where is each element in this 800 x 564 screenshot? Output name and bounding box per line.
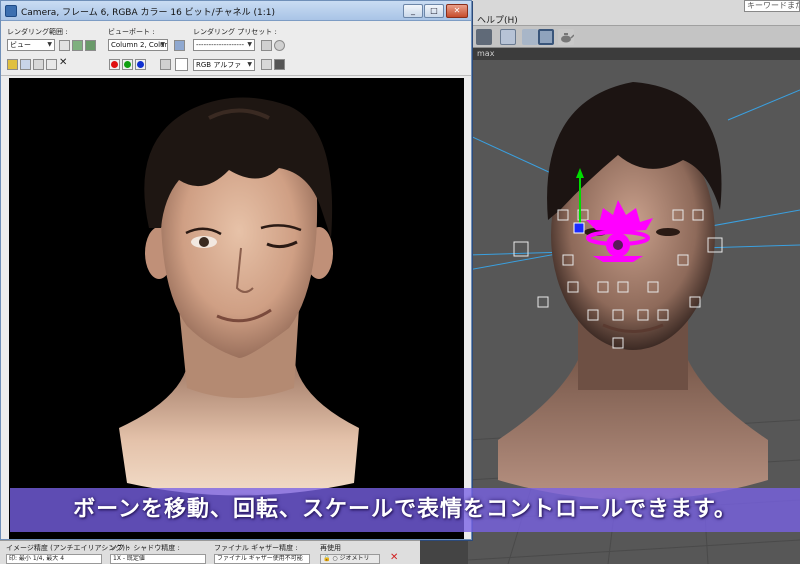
color-swatch[interactable] bbox=[175, 58, 188, 71]
reuse-label: 再使用 bbox=[320, 544, 341, 552]
chevron-down-icon: ▼ bbox=[247, 61, 252, 68]
blue-channel-toggle[interactable] bbox=[135, 59, 146, 70]
render-icon[interactable] bbox=[538, 29, 554, 45]
red-channel-toggle[interactable] bbox=[109, 59, 120, 70]
render-setup-icon[interactable] bbox=[261, 40, 272, 51]
channel-dropdown[interactable]: RGB アルファ ▼ bbox=[193, 59, 255, 71]
render-iris bbox=[199, 237, 209, 247]
green-channel-icon bbox=[124, 61, 131, 68]
render-canvas[interactable] bbox=[9, 78, 464, 539]
area-label: レンダリング範囲 : bbox=[7, 28, 68, 36]
render-toolbar: レンダリング範囲 : ビュー ▼ ビューポート : Column 2, Colum… bbox=[1, 22, 471, 76]
blue-channel-icon bbox=[137, 61, 144, 68]
rendered-image bbox=[119, 97, 359, 496]
subtitle-text: ボーンを移動、回転、スケールで表情をコントロールできます。 bbox=[73, 497, 737, 522]
toggle-ui-overlay-icon[interactable] bbox=[261, 59, 272, 70]
chevron-down-icon: ▼ bbox=[160, 41, 165, 48]
maximize-button[interactable]: □ bbox=[424, 4, 444, 18]
subtitle-banner: ボーンを移動、回転、スケールで表情をコントロールできます。 bbox=[10, 488, 800, 532]
soft-shadow-dropdown[interactable]: 1X - 既定値 bbox=[110, 554, 206, 564]
alpha-channel-icon[interactable] bbox=[150, 59, 156, 70]
clear-icon[interactable]: ✕ bbox=[59, 57, 67, 68]
clear-reuse-icon[interactable]: ✕ bbox=[390, 552, 398, 563]
max-menubar: ヘルプ(H) キーワードまたは語 bbox=[468, 0, 800, 26]
teapot-icon[interactable] bbox=[558, 29, 575, 45]
viewport-right-eye bbox=[656, 228, 680, 236]
chevron-down-icon: ▼ bbox=[47, 41, 52, 48]
soft-shadow-label: ソフト シャドウ精度 : bbox=[110, 544, 180, 552]
render-settings-panel: イメージ精度 (アンチエイリアシング) : 印: 最小 1/4, 最大 4 ソフ… bbox=[0, 540, 420, 564]
final-gather-slider[interactable]: ファイナル ギャザー使用不可能 bbox=[214, 554, 310, 564]
preset-dropdown-value: ------------------- bbox=[196, 41, 244, 49]
menu-help[interactable]: ヘルプ(H) bbox=[477, 13, 518, 26]
render-setup-icon[interactable] bbox=[500, 29, 516, 45]
toggle-ui-icon[interactable] bbox=[274, 59, 285, 70]
layer-icon[interactable] bbox=[476, 29, 492, 45]
clone-frame-icon[interactable] bbox=[33, 59, 44, 70]
minimize-button[interactable]: _ bbox=[403, 4, 423, 18]
geometry-toggle[interactable]: 🔒 ○ ジオメトリ bbox=[320, 554, 380, 564]
auto-region-icon[interactable] bbox=[72, 40, 83, 51]
image-precision-slider[interactable]: 印: 最小 1/4, 最大 4 bbox=[6, 554, 102, 564]
viewport-label-strip: max bbox=[468, 48, 800, 60]
green-channel-toggle[interactable] bbox=[122, 59, 133, 70]
channel-dropdown-value: RGB アルファ bbox=[196, 61, 242, 69]
lock-viewport-icon[interactable] bbox=[174, 40, 185, 51]
final-gather-label: ファイナル ギャザー精度 : bbox=[214, 544, 298, 552]
chevron-down-icon: ▼ bbox=[247, 41, 252, 48]
lock-icon: 🔒 ○ bbox=[323, 555, 338, 562]
geometry-label: ジオメトリ bbox=[339, 555, 370, 562]
max-toolbar bbox=[468, 26, 800, 48]
edit-region-icon[interactable] bbox=[59, 40, 70, 51]
environment-icon[interactable] bbox=[274, 40, 285, 51]
viewport-label[interactable]: max bbox=[477, 49, 494, 58]
search-input[interactable]: キーワードまたは語 bbox=[744, 0, 800, 12]
preset-dropdown[interactable]: ------------------- ▼ bbox=[193, 39, 255, 51]
monochrome-icon[interactable] bbox=[160, 59, 171, 70]
viewport-dropdown[interactable]: Column 2, Columr ▼ bbox=[108, 39, 168, 51]
red-channel-icon bbox=[111, 61, 118, 68]
close-button[interactable]: ✕ bbox=[446, 4, 468, 18]
window-titlebar[interactable]: Camera, フレーム 6, RGBA カラー 16 ビット/チャネル (1:… bbox=[1, 1, 471, 21]
area-dropdown-value: ビュー bbox=[10, 41, 31, 49]
teapot-glyph bbox=[561, 33, 575, 43]
region-toggle-icon[interactable] bbox=[85, 40, 96, 51]
preset-label: レンダリング プリセット : bbox=[193, 28, 277, 36]
print-icon[interactable] bbox=[46, 59, 57, 70]
camera-icon bbox=[5, 5, 17, 17]
copy-image-icon[interactable] bbox=[20, 59, 31, 70]
rendered-frame-window: Camera, フレーム 6, RGBA カラー 16 ビット/チャネル (1:… bbox=[0, 0, 472, 540]
viewport-label: ビューポート : bbox=[108, 28, 155, 36]
render-frame-icon[interactable] bbox=[522, 29, 538, 45]
screen: ヘルプ(H) キーワードまたは語 max bbox=[0, 0, 800, 564]
save-image-icon[interactable] bbox=[7, 59, 18, 70]
area-dropdown[interactable]: ビュー ▼ bbox=[7, 39, 55, 51]
window-title: Camera, フレーム 6, RGBA カラー 16 ビット/チャネル (1:… bbox=[21, 8, 275, 18]
